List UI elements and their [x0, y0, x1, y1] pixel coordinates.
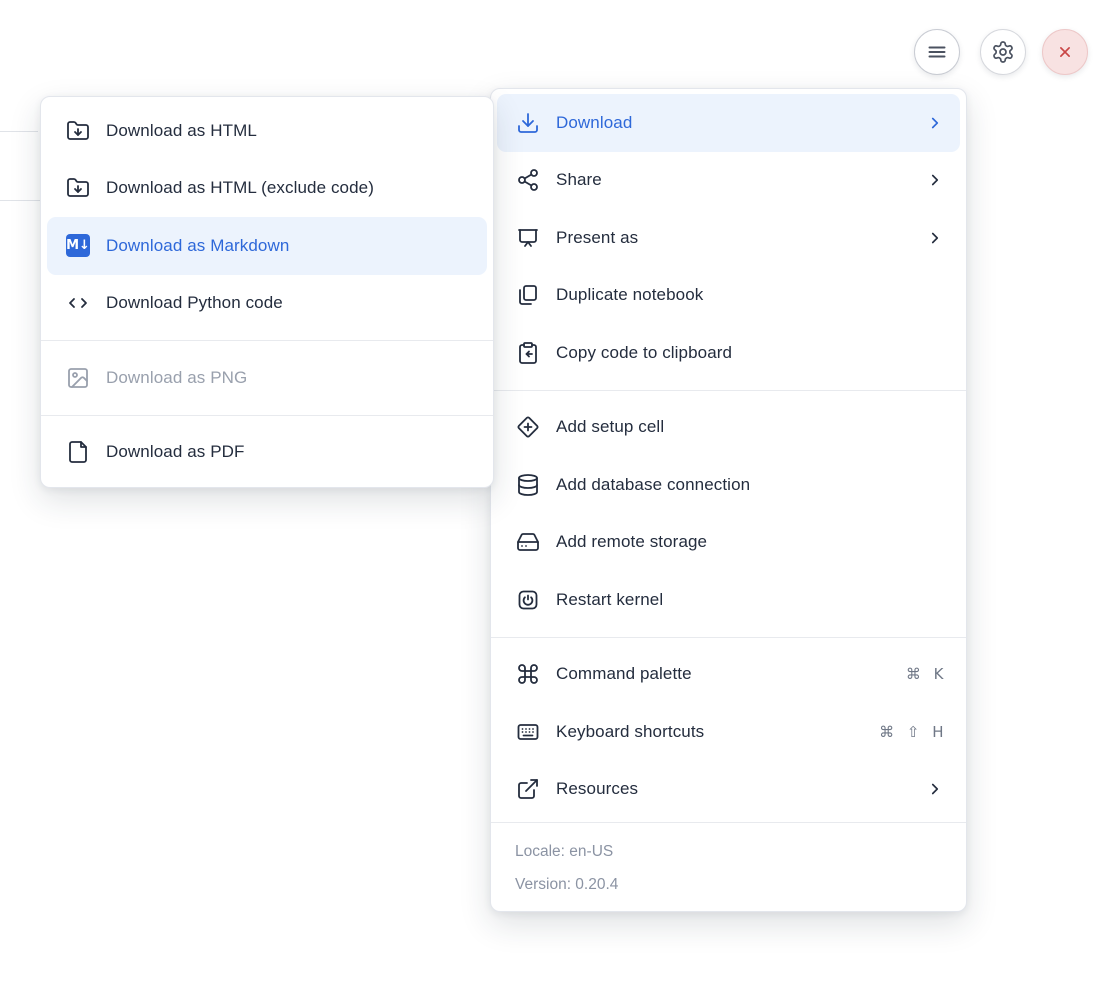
menu-item-keyboard-shortcuts[interactable]: Keyboard shortcuts ⌘ ⇧ H [497, 703, 960, 761]
menu-footer: Locale: en-US Version: 0.20.4 [491, 822, 966, 911]
menu-item-present-as[interactable]: Present as [497, 209, 960, 267]
folder-down-icon [66, 119, 90, 143]
external-link-icon [516, 777, 540, 801]
submenu-item-download-as-png[interactable]: Download as PNG [47, 349, 487, 407]
menu-item-resources[interactable]: Resources [497, 761, 960, 819]
menu-item-duplicate-notebook[interactable]: Duplicate notebook [497, 267, 960, 325]
menu-item-copy-code[interactable]: Copy code to clipboard [497, 324, 960, 382]
menu-item-label: Copy code to clipboard [556, 343, 944, 363]
submenu-item-download-as-pdf[interactable]: Download as PDF [47, 424, 487, 482]
folder-down-icon [66, 176, 90, 200]
menu-item-label: Add database connection [556, 475, 944, 495]
chevron-right-icon [926, 780, 944, 798]
version-text: Version: 0.20.4 [515, 868, 942, 901]
submenu-item-download-as-html[interactable]: Download as HTML [47, 102, 487, 160]
share-icon [516, 168, 540, 192]
notebook-menu-button[interactable] [914, 29, 960, 75]
menu-item-label: Share [556, 170, 910, 190]
menu-item-command-palette[interactable]: Command palette ⌘ K [497, 646, 960, 704]
markdown-icon: M↓ [66, 234, 90, 258]
menu-item-label: Restart kernel [556, 590, 944, 610]
menu-item-add-setup-cell[interactable]: Add setup cell [497, 399, 960, 457]
submenu-item-download-as-html-exclude-code[interactable]: Download as HTML (exclude code) [47, 160, 487, 218]
menu-item-label: Download [556, 113, 910, 133]
chevron-right-icon [926, 229, 944, 247]
menu-separator [41, 340, 493, 341]
code-icon [66, 291, 90, 315]
chevron-right-icon [926, 171, 944, 189]
markdown-badge: M↓ [66, 234, 90, 257]
shutdown-button[interactable] [1042, 29, 1088, 75]
submenu-item-label: Download as PNG [106, 368, 471, 388]
gear-icon [991, 40, 1015, 64]
menu-separator [41, 415, 493, 416]
power-icon [516, 588, 540, 612]
download-submenu: Download as HTML Download as HTML (exclu… [40, 96, 494, 488]
menu-item-label: Command palette [556, 664, 890, 684]
locale-text: Locale: en-US [515, 835, 942, 868]
close-icon [1054, 41, 1076, 63]
presentation-icon [516, 226, 540, 250]
menu-item-restart-kernel[interactable]: Restart kernel [497, 571, 960, 629]
menu-item-label: Add setup cell [556, 417, 944, 437]
menu-item-label: Add remote storage [556, 532, 944, 552]
background-rule-top [0, 131, 38, 132]
shortcut-hint: ⌘ ⇧ H [879, 723, 944, 741]
menu-item-label: Present as [556, 228, 910, 248]
notebook-page: Download Share Present as [0, 0, 1118, 984]
menu-item-download[interactable]: Download [497, 94, 960, 152]
shortcut-hint: ⌘ K [906, 665, 944, 683]
submenu-item-label: Download as HTML (exclude code) [106, 178, 471, 198]
database-icon [516, 473, 540, 497]
diamond-plus-icon [516, 415, 540, 439]
download-icon [516, 111, 540, 135]
menu-separator [491, 390, 966, 391]
menu-item-add-remote-storage[interactable]: Add remote storage [497, 514, 960, 572]
image-icon [66, 366, 90, 390]
keyboard-icon [516, 720, 540, 744]
submenu-item-download-as-markdown[interactable]: M↓ Download as Markdown [47, 217, 487, 275]
clipboard-copy-icon [516, 341, 540, 365]
hamburger-icon [925, 40, 949, 64]
submenu-item-label: Download as PDF [106, 442, 471, 462]
submenu-item-label: Download as Markdown [106, 236, 471, 256]
submenu-item-label: Download Python code [106, 293, 471, 313]
menu-item-label: Resources [556, 779, 910, 799]
chevron-right-icon [926, 114, 944, 132]
command-icon [516, 662, 540, 686]
menu-separator [491, 637, 966, 638]
menu-item-share[interactable]: Share [497, 152, 960, 210]
file-icon [66, 440, 90, 464]
notebook-actions-menu: Download Share Present as [490, 88, 967, 912]
submenu-item-label: Download as HTML [106, 121, 471, 141]
menu-item-label: Keyboard shortcuts [556, 722, 863, 742]
submenu-item-download-python-code[interactable]: Download Python code [47, 275, 487, 333]
menu-item-label: Duplicate notebook [556, 285, 944, 305]
duplicate-icon [516, 283, 540, 307]
menu-item-add-database-connection[interactable]: Add database connection [497, 456, 960, 514]
background-rule-bottom [0, 200, 40, 201]
settings-button[interactable] [980, 29, 1026, 75]
hard-drive-icon [516, 530, 540, 554]
